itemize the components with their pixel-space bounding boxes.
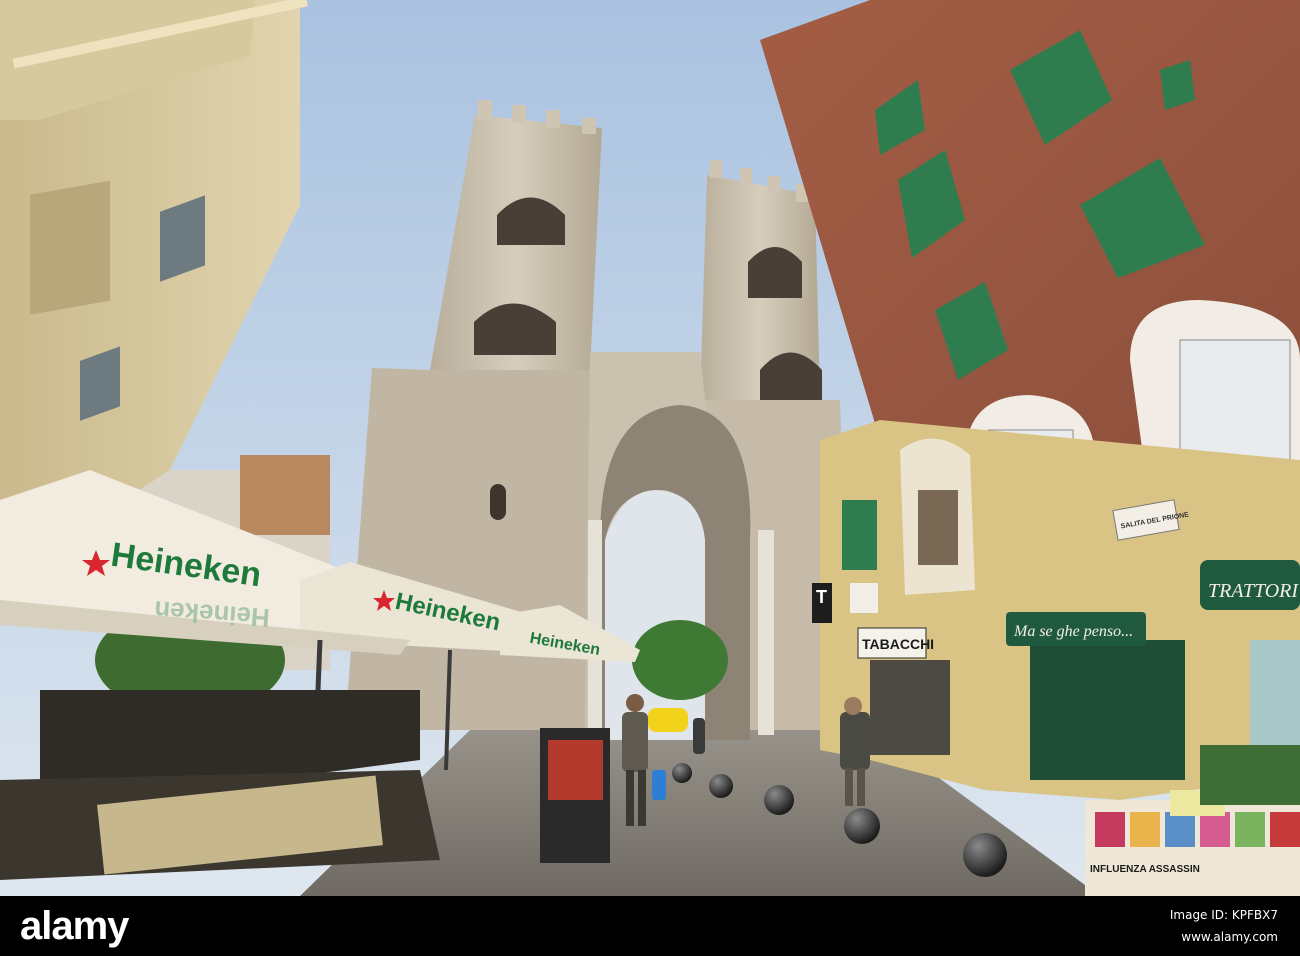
yellow-car [648, 708, 688, 732]
shop-sign: Ma se ghe penso... [1013, 623, 1133, 640]
tobacco-t-sign: T [816, 587, 827, 607]
street-photo: Heineken Heineken Heineken Heineken TABA… [0, 0, 1300, 896]
alamy-logo: alamy [20, 904, 129, 948]
tabacchi-sign: TABACCHI [862, 636, 934, 652]
tree [632, 620, 728, 700]
trattoria-sign: TRATTORI [1208, 580, 1299, 602]
image-id: Image ID: KPFBX7 [1169, 908, 1278, 922]
image-meta: Image ID: KPFBX7 www.alamy.com [1170, 904, 1278, 948]
shop-frontage [812, 420, 1300, 800]
alamy-watermark-bar: alamy Image ID: KPFBX7 www.alamy.com [0, 896, 1300, 956]
site-url: www.alamy.com [1181, 930, 1278, 944]
magazine-headline: INFLUENZA ASSASSIN [1090, 864, 1200, 875]
